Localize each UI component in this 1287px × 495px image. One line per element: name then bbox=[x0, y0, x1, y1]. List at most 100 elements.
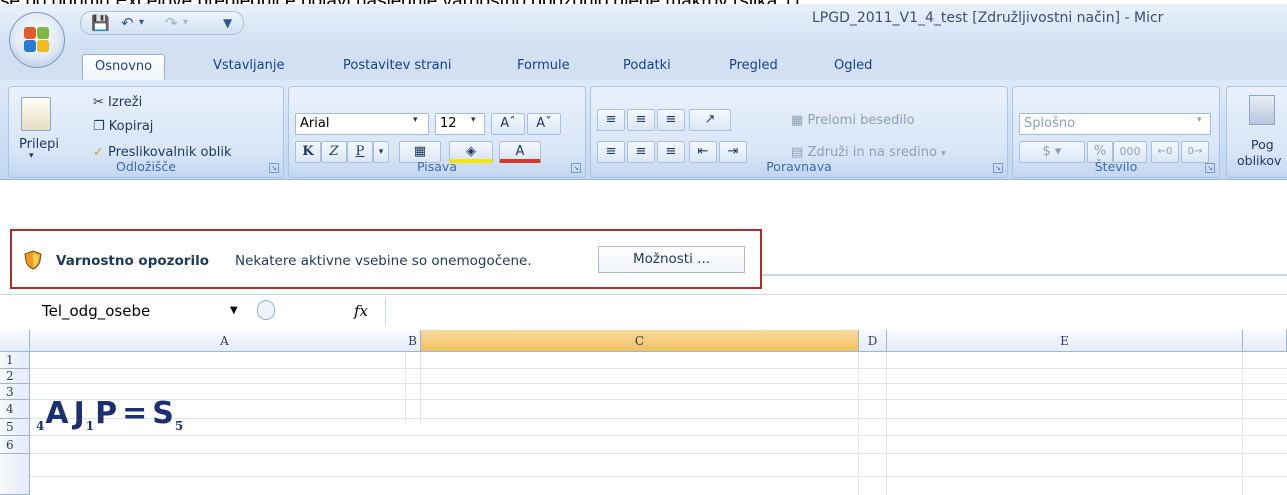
dingbat-glyph: A bbox=[45, 396, 70, 431]
tab-vstavljanje[interactable]: Vstavljanje bbox=[213, 54, 284, 80]
conditional-formatting-label-2[interactable]: oblikov bbox=[1237, 153, 1281, 168]
grid-row-line bbox=[30, 399, 1287, 400]
tab-formule[interactable]: Formule bbox=[517, 54, 570, 80]
alignment-launcher-icon[interactable]: ↘ bbox=[993, 163, 1003, 173]
decrease-font-icon[interactable]: Aˇ bbox=[527, 113, 561, 135]
formula-bar: Tel_odg_osebe ▼ fx bbox=[0, 294, 1287, 326]
number-format-combo[interactable]: Splošno bbox=[1019, 113, 1211, 135]
align-middle-icon[interactable]: ≡ bbox=[627, 109, 655, 131]
font-name-dropdown-icon[interactable]: ▾ bbox=[413, 115, 418, 125]
formula-bar-divider-handle[interactable] bbox=[257, 300, 275, 320]
row-header-4[interactable]: 4 bbox=[0, 400, 30, 419]
column-header-d[interactable]: D bbox=[859, 330, 887, 352]
dingbat-glyph: P bbox=[95, 396, 119, 431]
redo-dropdown-icon[interactable]: ▾ bbox=[183, 14, 188, 32]
cut-button[interactable]: ✂ Izreži bbox=[93, 95, 142, 110]
tab-postavitev-strani[interactable]: Postavitev strani bbox=[343, 54, 451, 80]
dingbat-sub: 5 bbox=[174, 419, 185, 433]
font-name-combo[interactable]: Arial bbox=[295, 113, 429, 135]
security-warning-title: Varnostno opozorilo bbox=[56, 253, 209, 269]
group-number: Splošno ▾ $ ▾ % 000 ←0 0→ Število ↘ bbox=[1012, 86, 1220, 178]
number-format-dropdown-icon[interactable]: ▾ bbox=[1197, 115, 1202, 125]
row-header-1[interactable]: 1 bbox=[0, 352, 30, 369]
security-bar-divider bbox=[762, 274, 1287, 276]
paste-button[interactable]: Prilepi bbox=[19, 137, 59, 152]
grid-col-line bbox=[858, 352, 859, 495]
column-header-b[interactable]: B bbox=[405, 330, 421, 352]
grid-row-line bbox=[30, 435, 1287, 436]
grid-row-line bbox=[30, 476, 1287, 477]
orientation-icon[interactable]: ↗ bbox=[689, 109, 731, 131]
align-top-icon[interactable]: ≡ bbox=[597, 109, 625, 131]
window-title: LPGD_2011_V1_4_test [Združljivostni nači… bbox=[812, 10, 1164, 26]
office-logo-icon bbox=[24, 27, 50, 53]
copy-button[interactable]: ❐ Kopiraj bbox=[93, 119, 153, 134]
font-size-dropdown-icon[interactable]: ▾ bbox=[471, 115, 476, 125]
row-header-7[interactable] bbox=[0, 454, 30, 495]
dingbat-glyph: = bbox=[122, 396, 149, 431]
insert-function-icon[interactable]: fx bbox=[354, 299, 380, 323]
select-all-corner[interactable] bbox=[0, 330, 30, 352]
row-header-2[interactable]: 2 bbox=[0, 369, 30, 384]
ribbon-tabs: Osnovno Vstavljanje Postavitev strani Fo… bbox=[0, 50, 1287, 80]
undo-icon[interactable]: ↶ bbox=[121, 14, 134, 32]
grid-col-line bbox=[405, 352, 406, 424]
increase-font-icon[interactable]: Aˆ bbox=[491, 113, 525, 135]
group-label-number: Število bbox=[1094, 159, 1138, 174]
paste-icon[interactable] bbox=[21, 97, 51, 131]
cut-label: Izreži bbox=[108, 95, 143, 110]
wrap-text-button[interactable]: ▦ Prelomi besedilo bbox=[791, 113, 915, 128]
column-header-a[interactable]: A bbox=[30, 330, 420, 352]
save-icon[interactable]: 💾 bbox=[91, 14, 110, 32]
dingbat-sub: 1 bbox=[85, 419, 96, 433]
security-warning-bar: Varnostno opozorilo Nekatere aktivne vse… bbox=[0, 186, 1287, 290]
grid-col-line bbox=[1242, 352, 1243, 495]
font-launcher-icon[interactable]: ↘ bbox=[571, 163, 581, 173]
tab-ogled[interactable]: Ogled bbox=[834, 54, 872, 80]
office-button[interactable] bbox=[9, 12, 65, 68]
tab-podatki[interactable]: Podatki bbox=[623, 54, 671, 80]
column-header-next[interactable] bbox=[1243, 330, 1287, 352]
row-header-5[interactable]: 5 bbox=[0, 419, 30, 436]
row-header-6[interactable]: 6 bbox=[0, 436, 30, 454]
currency-label: $ bbox=[1042, 144, 1051, 159]
dingbat-glyph: S bbox=[152, 396, 175, 431]
column-header-c[interactable]: C bbox=[421, 330, 859, 352]
copy-icon: ❐ bbox=[93, 119, 105, 134]
conditional-formatting-icon[interactable] bbox=[1249, 95, 1275, 125]
tab-pregled[interactable]: Pregled bbox=[729, 54, 778, 80]
name-box-dropdown-icon[interactable]: ▼ bbox=[230, 299, 244, 323]
grid-row-line bbox=[30, 383, 1287, 384]
row-header-3[interactable]: 3 bbox=[0, 384, 30, 400]
undo-dropdown-icon[interactable]: ▾ bbox=[139, 14, 144, 32]
group-styles: Pog oblikov bbox=[1226, 86, 1287, 178]
group-font: Arial ▾ 12 ▾ Aˆ Aˇ K Z P ▾ ▦ ◈ A Pisava … bbox=[288, 86, 586, 178]
ribbon: Prilepi ▾ ✂ Izreži ❐ Kopiraj ✓ Preslikov… bbox=[0, 80, 1287, 180]
quick-access-toolbar: 💾 ↶ ▾ ↷ ▾ ▼ bbox=[80, 11, 244, 35]
title-bar: 💾 ↶ ▾ ↷ ▾ ▼ LPGD_2011_V1_4_test [Združlj… bbox=[0, 4, 1287, 50]
wrap-text-label: Prelomi besedilo bbox=[807, 113, 915, 128]
customize-icon[interactable]: ▼ bbox=[223, 14, 232, 32]
grid-col-line bbox=[420, 352, 421, 424]
worksheet-grid[interactable]: A B C D E 1 2 3 4 5 6 4A J1P = S5 bbox=[0, 330, 1287, 495]
align-bottom-icon[interactable]: ≡ bbox=[657, 109, 685, 131]
formula-input[interactable] bbox=[385, 298, 1287, 324]
tab-osnovno[interactable]: Osnovno bbox=[82, 54, 166, 80]
clipboard-launcher-icon[interactable]: ↘ bbox=[269, 163, 279, 173]
font-size-combo[interactable]: 12 bbox=[435, 113, 485, 135]
redo-icon[interactable]: ↷ bbox=[165, 14, 178, 32]
dingbat-glyph: J bbox=[73, 396, 86, 431]
copy-label: Kopiraj bbox=[108, 119, 154, 134]
group-label-clipboard: Odložišče bbox=[115, 159, 176, 174]
shield-warning-icon bbox=[24, 250, 42, 270]
grid-col-line bbox=[886, 352, 887, 495]
name-box[interactable]: Tel_odg_osebe bbox=[36, 299, 251, 323]
grid-row-line bbox=[30, 453, 1287, 454]
column-header-e[interactable]: E bbox=[887, 330, 1243, 352]
cut-icon: ✂ bbox=[93, 95, 104, 110]
number-launcher-icon[interactable]: ↘ bbox=[1205, 163, 1215, 173]
security-warning-message: Nekatere aktivne vsebine so onemogočene. bbox=[235, 253, 532, 269]
options-button[interactable]: Možnosti ... bbox=[598, 246, 745, 273]
grid-row-line bbox=[30, 368, 1287, 369]
conditional-formatting-label-1[interactable]: Pog bbox=[1251, 137, 1274, 152]
